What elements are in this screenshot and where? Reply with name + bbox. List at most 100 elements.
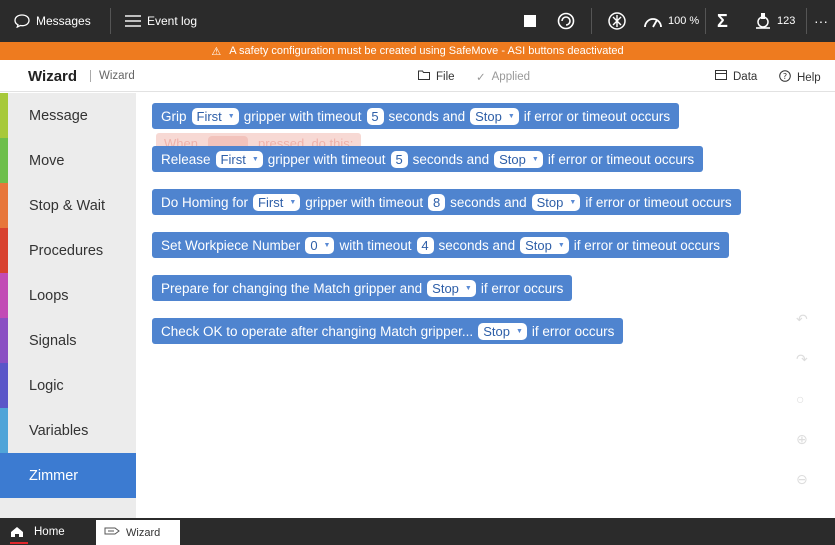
wizard-app-tab[interactable]: Wizard bbox=[96, 520, 180, 545]
block-text: if error or timeout occurs bbox=[573, 237, 721, 253]
applied-label: Applied bbox=[491, 71, 531, 83]
robot-count: 123 bbox=[777, 15, 796, 27]
block-text: if error or timeout occurs bbox=[585, 194, 732, 210]
category-sidebar: Message Move Stop & Wait Procedures Loop… bbox=[0, 93, 136, 518]
svg-text:?: ? bbox=[783, 72, 787, 81]
block-workspace[interactable]: When pressed, do this: Grip First ▼ gripp… bbox=[136, 93, 835, 518]
sidebar-item-procedures[interactable]: Procedures bbox=[0, 228, 136, 273]
divider bbox=[110, 8, 111, 34]
divider bbox=[591, 8, 592, 34]
divider bbox=[806, 8, 807, 34]
block-text: gripper with timeout bbox=[305, 194, 424, 210]
sidebar-item-stop-wait[interactable]: Stop & Wait bbox=[0, 183, 136, 228]
check-ok-block[interactable]: Check OK to operate after changing Match… bbox=[152, 318, 624, 344]
dropdown-value: Stop bbox=[432, 280, 459, 296]
category-color-bar bbox=[0, 228, 8, 273]
motors-off-button[interactable] bbox=[607, 0, 627, 42]
center-icon[interactable]: ○ bbox=[796, 391, 804, 407]
sigma-button[interactable]: Σ bbox=[717, 0, 728, 42]
zoom-out-icon[interactable]: ⊖ bbox=[796, 471, 808, 488]
dropdown-arrow-icon: ▼ bbox=[557, 241, 565, 249]
sidebar-item-label: Stop & Wait bbox=[29, 197, 106, 214]
sidebar-item-variables[interactable]: Variables bbox=[0, 408, 136, 453]
zoom-in-icon[interactable]: ⊕ bbox=[796, 431, 808, 448]
block-text: Grip bbox=[161, 108, 187, 124]
error-action-dropdown[interactable]: Stop ▼ bbox=[494, 150, 543, 168]
undo-icon[interactable]: ↶ bbox=[796, 311, 808, 328]
help-label: Help bbox=[797, 71, 821, 84]
sidebar-item-label: Move bbox=[29, 152, 65, 169]
messages-button[interactable]: Messages bbox=[14, 0, 91, 42]
auto-mode-button[interactable] bbox=[556, 0, 576, 42]
sidebar-item-zimmer[interactable]: Zimmer bbox=[0, 453, 136, 498]
set-workpiece-block[interactable]: Set Workpiece Number 0 ▼ with timeout 4 s… bbox=[152, 232, 730, 258]
timeout-input[interactable]: 5 bbox=[366, 107, 384, 125]
block-text: Prepare for changing the Match gripper a… bbox=[161, 280, 423, 296]
folder-icon bbox=[418, 70, 430, 83]
event-log-button[interactable]: Event log bbox=[125, 0, 197, 42]
home-icon bbox=[10, 526, 24, 538]
check-icon: ✓ bbox=[476, 72, 486, 84]
timeout-input[interactable]: 5 bbox=[390, 150, 408, 168]
sidebar-item-loops[interactable]: Loops bbox=[0, 273, 136, 318]
speed-value: 100 % bbox=[668, 15, 700, 27]
gripper-dropdown[interactable]: First ▼ bbox=[215, 150, 263, 168]
breadcrumb[interactable]: Wizard bbox=[90, 70, 135, 82]
data-label: Data bbox=[733, 70, 758, 83]
stop-square-icon bbox=[524, 15, 536, 27]
sidebar-item-logic[interactable]: Logic bbox=[0, 363, 136, 408]
page-title: Wizard bbox=[28, 68, 78, 85]
sidebar-item-message[interactable]: Message bbox=[0, 93, 136, 138]
safety-warning-bar: ⚠ A safety configuration must be created… bbox=[0, 42, 835, 60]
error-action-dropdown[interactable]: Stop ▼ bbox=[520, 236, 569, 254]
error-action-dropdown[interactable]: Stop ▼ bbox=[427, 279, 476, 297]
app-header: Wizard Wizard File ✓ Applied Data ? Help bbox=[0, 60, 835, 92]
category-color-bar bbox=[0, 138, 8, 183]
speed-button[interactable]: 100 % bbox=[643, 0, 699, 42]
wizard-icon bbox=[104, 526, 120, 539]
bottom-taskbar: Home Wizard bbox=[0, 518, 835, 545]
dropdown-arrow-icon: ▼ bbox=[515, 327, 523, 335]
sidebar-item-signals[interactable]: Signals bbox=[0, 318, 136, 363]
gripper-dropdown[interactable]: First ▼ bbox=[191, 107, 239, 125]
gripper-dropdown[interactable]: First ▼ bbox=[253, 193, 301, 211]
homing-block[interactable]: Do Homing for First ▼ gripper with timeou… bbox=[152, 189, 741, 215]
help-icon: ? bbox=[779, 70, 791, 85]
help-button[interactable]: ? Help bbox=[779, 70, 821, 85]
redo-icon[interactable]: ↷ bbox=[796, 351, 808, 368]
more-button[interactable]: ··· bbox=[814, 0, 828, 42]
applied-status: ✓ Applied bbox=[476, 70, 530, 84]
block-text: Release bbox=[161, 151, 211, 167]
dropdown-value: Stop bbox=[475, 108, 502, 124]
timeout-input[interactable]: 8 bbox=[428, 193, 446, 211]
prepare-change-block[interactable]: Prepare for changing the Match gripper a… bbox=[152, 275, 573, 301]
block-text: gripper with timeout bbox=[267, 151, 386, 167]
file-label: File bbox=[436, 70, 455, 83]
sidebar-item-label: Logic bbox=[29, 377, 64, 394]
category-color-bar bbox=[0, 183, 8, 228]
dropdown-value: Stop bbox=[483, 323, 510, 339]
category-color-bar bbox=[0, 273, 8, 318]
data-button[interactable]: Data bbox=[715, 70, 757, 83]
error-action-dropdown[interactable]: Stop ▼ bbox=[531, 193, 581, 211]
error-action-dropdown[interactable]: Stop ▼ bbox=[470, 107, 519, 125]
workpiece-dropdown[interactable]: 0 ▼ bbox=[305, 236, 335, 254]
category-color-bar bbox=[0, 93, 8, 138]
robot-status-button[interactable]: 123 bbox=[754, 0, 795, 42]
stop-button[interactable] bbox=[524, 0, 536, 42]
error-action-dropdown[interactable]: Stop ▼ bbox=[478, 322, 527, 340]
release-block[interactable]: Release First ▼ gripper with timeout 5 se… bbox=[152, 146, 704, 172]
block-text: if error occurs bbox=[531, 323, 615, 339]
robot-icon bbox=[754, 12, 772, 30]
file-button[interactable]: File bbox=[418, 70, 455, 83]
timeout-input[interactable]: 4 bbox=[416, 236, 434, 254]
block-text: seconds and bbox=[412, 151, 490, 167]
dropdown-arrow-icon: ▼ bbox=[507, 112, 515, 120]
block-text: seconds and bbox=[450, 194, 527, 210]
dropdown-arrow-icon: ▼ bbox=[569, 198, 577, 206]
home-label: Home bbox=[34, 525, 65, 538]
grip-block[interactable]: Grip First ▼ gripper with timeout 5 secon… bbox=[152, 103, 680, 129]
sidebar-item-label: Variables bbox=[29, 422, 89, 439]
sidebar-item-move[interactable]: Move bbox=[0, 138, 136, 183]
home-button[interactable]: Home bbox=[10, 518, 65, 545]
